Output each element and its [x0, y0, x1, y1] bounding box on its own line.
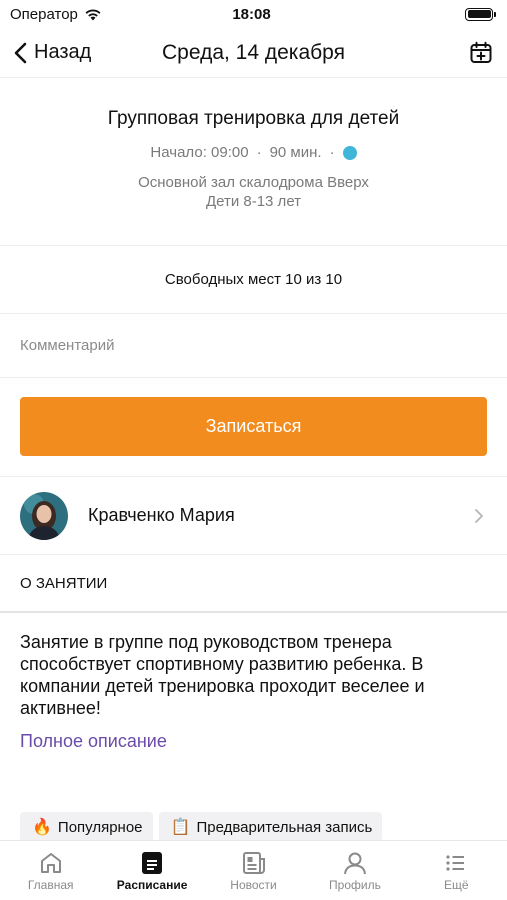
tab-label: Расписание — [116, 878, 188, 892]
tab-bar: Главная Расписание Новости Профиль Ещё — [0, 840, 507, 900]
tab-label: Новости — [230, 878, 277, 892]
event-meta: Начало: 09:00 · 90 мин. · — [10, 144, 497, 161]
tab-news[interactable]: Новости — [203, 841, 304, 900]
status-time: 18:08 — [232, 5, 271, 23]
status-bar: Оператор 18:08 — [0, 0, 507, 28]
event-age: Дети 8-13 лет — [205, 193, 302, 210]
about-section: Занятие в группе под руководством тренер… — [0, 613, 507, 752]
avatar — [20, 491, 68, 540]
tab-schedule[interactable]: Расписание — [101, 841, 202, 900]
news-icon — [242, 852, 265, 874]
event-start: Начало: 09:00 — [150, 144, 249, 161]
navigation-bar: Назад Среда, 14 декабря — [0, 28, 507, 78]
event-place: Основной зал скалодрома Вверх — [138, 174, 369, 191]
signup-button[interactable]: Записаться — [20, 397, 487, 456]
wifi-icon — [85, 8, 101, 20]
trainer-name: Кравченко Мария — [88, 505, 235, 525]
fire-icon: 🔥 — [32, 819, 52, 836]
tab-more[interactable]: Ещё — [406, 841, 507, 900]
section-header: О ЗАНЯТИИ — [0, 555, 507, 613]
trainer-row[interactable]: Кравченко Мария — [0, 477, 507, 555]
profile-icon — [343, 852, 366, 875]
separator: · — [256, 144, 262, 161]
comment-input[interactable] — [20, 337, 487, 354]
tag-label: Предварительная запись — [196, 818, 373, 836]
tab-profile[interactable]: Профиль — [304, 841, 405, 900]
back-label: Назад — [34, 41, 92, 63]
carrier-label: Оператор — [10, 5, 78, 23]
tab-label: Профиль — [329, 878, 381, 892]
signup-section: Записаться — [0, 378, 507, 477]
more-icon — [446, 855, 465, 871]
tag-list: 🔥 Популярное 📋 Предварительная запись — [20, 812, 383, 842]
tag-label: Популярное — [57, 818, 143, 836]
full-description-link[interactable]: Полное описание — [20, 731, 167, 752]
tag-pre-registration: 📋 Предварительная запись — [158, 812, 383, 842]
status-dot — [342, 145, 357, 160]
tab-label: Главная — [27, 878, 74, 892]
clipboard-icon: 📋 — [170, 819, 191, 836]
comment-row — [0, 314, 507, 378]
event-title: Групповая тренировка для детей — [107, 108, 400, 129]
chevron-left-icon — [14, 42, 27, 63]
tab-label: Ещё — [444, 878, 469, 892]
separator: · — [329, 144, 335, 161]
back-button[interactable]: Назад — [14, 41, 144, 64]
event-header: Групповая тренировка для детей Начало: 0… — [0, 78, 507, 246]
tab-home[interactable]: Главная — [0, 841, 101, 900]
event-duration: 90 мин. — [269, 144, 322, 161]
battery-icon — [465, 7, 496, 21]
tag-popular: 🔥 Популярное — [20, 812, 153, 842]
chevron-right-icon — [475, 508, 483, 523]
page-title: Среда, 14 декабря — [162, 40, 345, 64]
free-places: Свободных мест 10 из 10 — [0, 246, 507, 314]
about-text: Занятие в группе под руководством тренер… — [20, 632, 425, 718]
calendar-plus-icon[interactable] — [469, 41, 493, 65]
home-icon — [40, 853, 61, 873]
schedule-icon — [142, 852, 163, 874]
